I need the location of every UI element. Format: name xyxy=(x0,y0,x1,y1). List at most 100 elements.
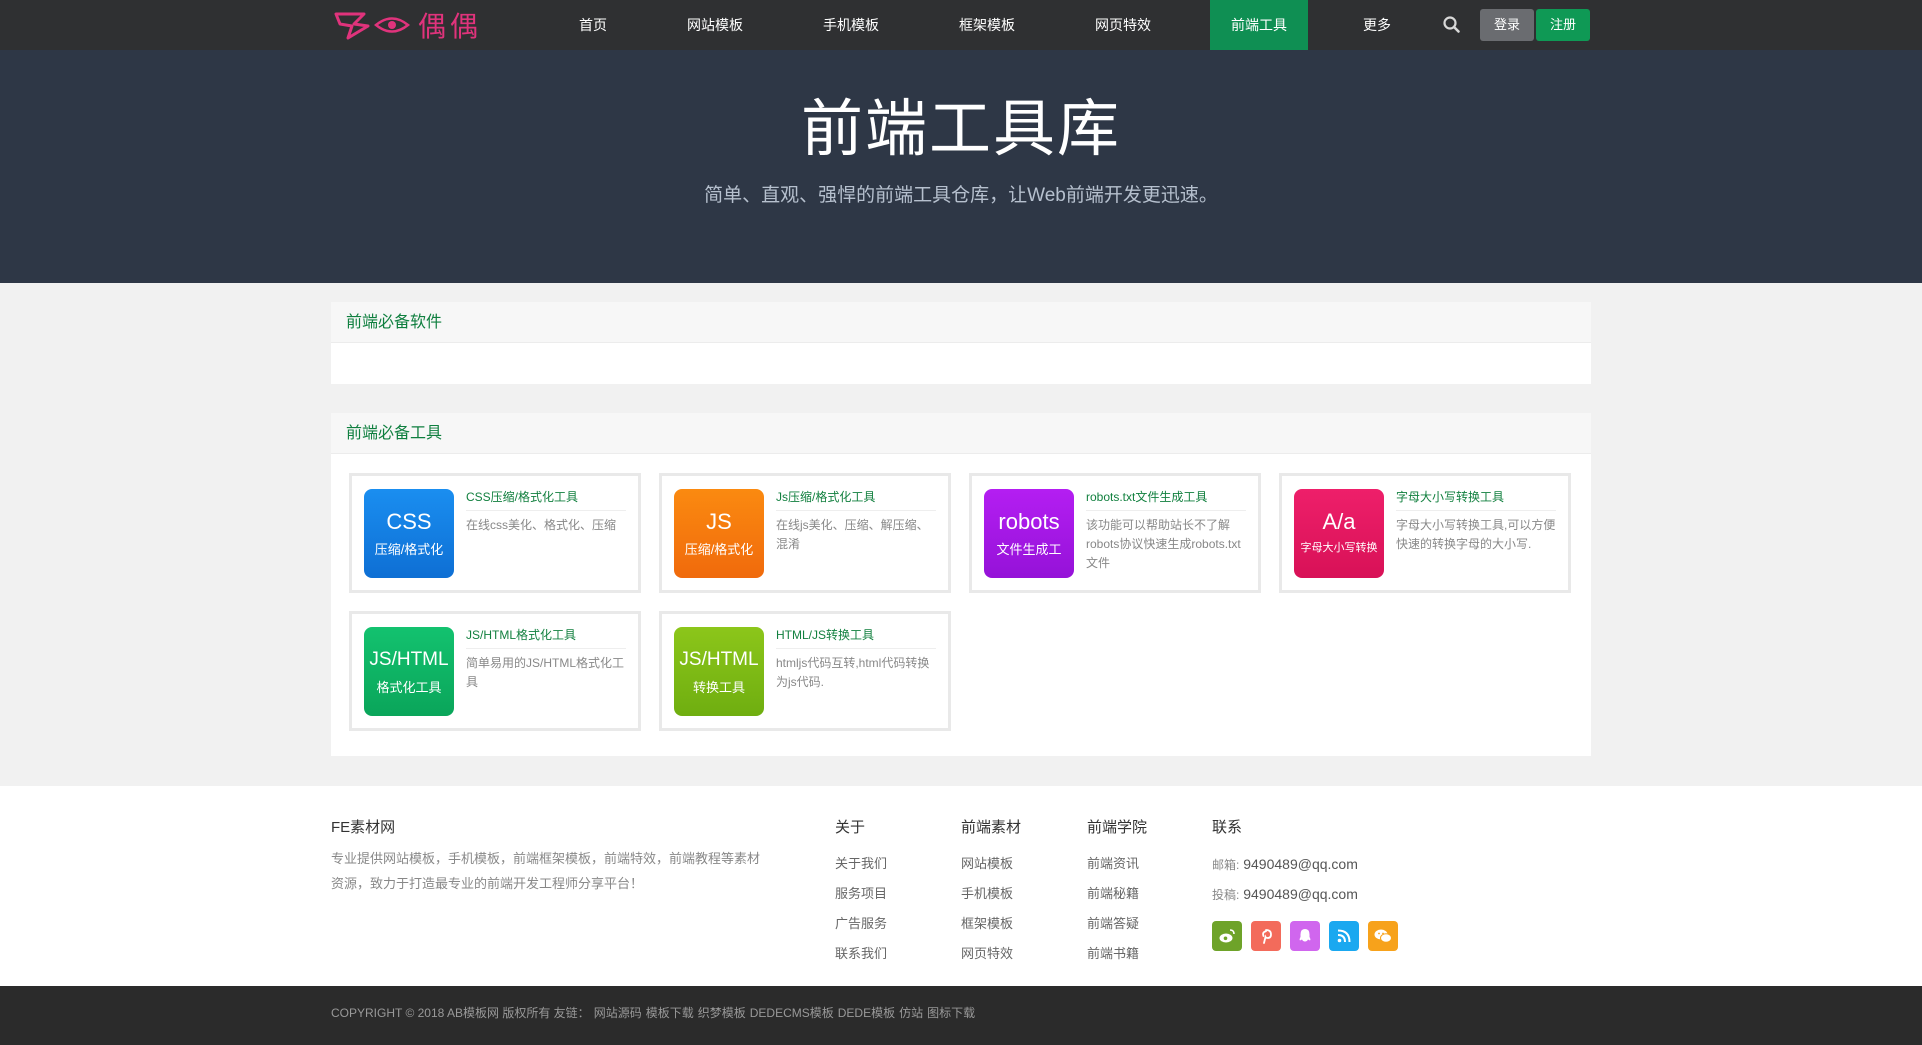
footer-email: 邮箱: 9490489@qq.com xyxy=(1212,849,1358,879)
tool-title[interactable]: JS/HTML格式化工具 xyxy=(466,626,626,649)
footer: FE素材网 专业提供网站模板，手机模板，前端框架模板，前端特效，前端教程等素材资… xyxy=(0,786,1922,986)
footer-link-mobile-templates[interactable]: 手机模板 xyxy=(961,879,1021,909)
footer-link-qa[interactable]: 前端答疑 xyxy=(1087,909,1147,939)
tool-desc: 在线css美化、格式化、压缩 xyxy=(466,518,617,532)
tool-desc: 字母大小写转换工具,可以方便快速的转换字母的大小写. xyxy=(1396,518,1556,551)
footer-link-web-effects[interactable]: 网页特效 xyxy=(961,939,1021,969)
tool-card-html-js-convert[interactable]: JS/HTML 转换工具 HTML/JS转换工具 htmljs代码互转,html… xyxy=(659,611,951,731)
logo-text: 偶偶 xyxy=(418,10,483,43)
social-links xyxy=(1212,921,1407,951)
footer-link-books[interactable]: 前端书籍 xyxy=(1087,939,1147,969)
friend-link[interactable]: 仿站 xyxy=(899,1006,923,1020)
logo-mark-icon xyxy=(334,12,370,40)
friend-link[interactable]: DEDE模板 xyxy=(838,1006,895,1020)
tool-desc: 简单易用的JS/HTML格式化工具 xyxy=(466,656,625,689)
footer-link-services[interactable]: 服务项目 xyxy=(835,879,887,909)
tool-icon-label: CSS xyxy=(386,509,432,534)
friend-link[interactable]: DEDECMS模板 xyxy=(750,1006,834,1020)
social-qq-button[interactable] xyxy=(1290,921,1320,951)
software-panel: 前端必备软件 xyxy=(331,302,1591,384)
pinterest-icon xyxy=(1262,929,1272,944)
footer-col-title: 关于 xyxy=(835,819,866,836)
submit-value[interactable]: 9490489@qq.com xyxy=(1243,886,1358,902)
social-weibo-button[interactable] xyxy=(1212,921,1242,951)
register-button[interactable]: 注册 xyxy=(1536,9,1590,41)
tool-icon-sublabel: 格式化工具 xyxy=(376,680,442,695)
tool-title[interactable]: robots.txt文件生成工具 xyxy=(1086,488,1246,511)
social-rss-button[interactable] xyxy=(1329,921,1359,951)
tool-icon-label: JS/HTML xyxy=(369,649,449,670)
tool-title[interactable]: HTML/JS转换工具 xyxy=(776,626,936,649)
footer-link-framework-templates[interactable]: 框架模板 xyxy=(961,909,1021,939)
tool-icon-sublabel: 转换工具 xyxy=(692,680,745,695)
tool-title[interactable]: Js压缩/格式化工具 xyxy=(776,488,936,511)
footer-col-title: 前端素材 xyxy=(961,819,1022,836)
footer-link-contact[interactable]: 联系我们 xyxy=(835,939,887,969)
footer-link-tips[interactable]: 前端秘籍 xyxy=(1087,879,1147,909)
friend-link[interactable]: 织梦模板 xyxy=(698,1006,746,1020)
friend-link[interactable]: 网站源码 xyxy=(594,1006,642,1020)
tool-title[interactable]: 字母大小写转换工具 xyxy=(1396,488,1556,511)
js-tool-icon: JS 压缩/格式化 xyxy=(674,489,764,578)
search-button[interactable] xyxy=(1440,13,1464,37)
social-pinterest-button[interactable] xyxy=(1251,921,1281,951)
tool-icon-label: A/a xyxy=(1322,509,1356,534)
nav-item-web-effects[interactable]: 网页特效 xyxy=(1074,0,1172,50)
search-icon xyxy=(1443,16,1460,33)
footer-brand-desc: 专业提供网站模板，手机模板，前端框架模板，前端特效，前端教程等素材资源，致力于打… xyxy=(331,851,761,891)
js-html-format-tool-icon: JS/HTML 格式化工具 xyxy=(364,627,454,716)
footer-col-about: 关于 关于我们 服务项目 广告服务 联系我们 xyxy=(835,816,887,969)
nav-item-website-templates[interactable]: 网站模板 xyxy=(666,0,764,50)
weibo-icon xyxy=(1219,929,1235,943)
footer-link-ads[interactable]: 广告服务 xyxy=(835,909,887,939)
copyright-text: COPYRIGHT © 2018 AB模板网 版权所有 友链： xyxy=(331,1006,590,1020)
html-js-convert-tool-icon: JS/HTML 转换工具 xyxy=(674,627,764,716)
tool-card-js-html-format[interactable]: JS/HTML 格式化工具 JS/HTML格式化工具 简单易用的JS/HTML格… xyxy=(349,611,641,731)
tool-icon-sublabel: 压缩/格式化 xyxy=(684,542,754,557)
footer-col-academy: 前端学院 前端资讯 前端秘籍 前端答疑 前端书籍 xyxy=(1087,816,1147,969)
rss-icon xyxy=(1337,929,1351,943)
tool-title[interactable]: CSS压缩/格式化工具 xyxy=(466,488,626,511)
email-value[interactable]: 9490489@qq.com xyxy=(1243,856,1358,872)
section-title-tools: 前端必备工具 xyxy=(331,413,1591,454)
page-subtitle: 简单、直观、强悍的前端工具仓库，让Web前端开发更迅速。 xyxy=(704,185,1218,206)
nav-item-framework-templates[interactable]: 框架模板 xyxy=(938,0,1036,50)
login-button[interactable]: 登录 xyxy=(1480,9,1534,41)
bottom-bar: COPYRIGHT © 2018 AB模板网 版权所有 友链： 网站源码 模板下载织… xyxy=(0,986,1922,1045)
submit-label: 投稿: xyxy=(1212,888,1240,902)
tools-panel: 前端必备工具 CSS 压缩/格式化 CSS压缩/格式化工具 在线css美化、格式… xyxy=(331,413,1591,756)
footer-link-about-us[interactable]: 关于我们 xyxy=(835,849,887,879)
social-wechat-button[interactable] xyxy=(1368,921,1398,951)
qq-icon xyxy=(1299,929,1311,942)
tool-desc: 在线js美化、压缩、解压缩、混淆 xyxy=(776,518,929,551)
tool-card-js[interactable]: JS 压缩/格式化 Js压缩/格式化工具 在线js美化、压缩、解压缩、混淆 xyxy=(659,473,951,593)
nav-item-frontend-tools[interactable]: 前端工具 xyxy=(1210,0,1308,50)
css-tool-icon: CSS 压缩/格式化 xyxy=(364,489,454,578)
friend-link[interactable]: 图标下载 xyxy=(927,1006,975,1020)
tool-icon-sublabel: 压缩/格式化 xyxy=(374,542,444,557)
tool-icon-sublabel: 文件生成工 xyxy=(996,542,1062,557)
footer-col-title: 前端学院 xyxy=(1087,819,1148,836)
friend-link[interactable]: 模板下载 xyxy=(646,1006,694,1020)
tool-card-case-convert[interactable]: A/a 字母大小写转换 字母大小写转换工具 字母大小写转换工具,可以方便快速的转… xyxy=(1279,473,1571,593)
footer-col-materials: 前端素材 网站模板 手机模板 框架模板 网页特效 xyxy=(961,816,1021,969)
footer-col-contact: 联系 邮箱: 9490489@qq.com 投稿: 9490489@qq.com xyxy=(1212,816,1358,909)
tool-icon-label: robots xyxy=(998,509,1060,534)
logo-mark-icon xyxy=(374,17,410,33)
footer-link-news[interactable]: 前端资讯 xyxy=(1087,849,1147,879)
footer-link-website-templates[interactable]: 网站模板 xyxy=(961,849,1021,879)
tool-icon-label: JS xyxy=(706,509,732,534)
footer-col-title: 联系 xyxy=(1212,819,1243,836)
wechat-icon xyxy=(1374,929,1392,943)
footer-brand-title: FE素材网 xyxy=(331,819,396,836)
tool-desc: htmljs代码互转,html代码转换为js代码. xyxy=(776,656,930,689)
site-logo[interactable]: 偶偶 xyxy=(334,8,483,43)
nav-item-mobile-templates[interactable]: 手机模板 xyxy=(802,0,900,50)
nav-item-home[interactable]: 首页 xyxy=(558,0,628,50)
hero-banner: 前端工具库 简单、直观、强悍的前端工具仓库，让Web前端开发更迅速。 xyxy=(0,50,1922,283)
tool-icon-sublabel: 字母大小写转换 xyxy=(1300,542,1378,554)
tool-card-robots[interactable]: robots 文件生成工 robots.txt文件生成工具 该功能可以帮助站长不… xyxy=(969,473,1261,593)
case-convert-tool-icon: A/a 字母大小写转换 xyxy=(1294,489,1384,578)
nav-item-more[interactable]: 更多 xyxy=(1342,0,1412,50)
tool-card-css[interactable]: CSS 压缩/格式化 CSS压缩/格式化工具 在线css美化、格式化、压缩 xyxy=(349,473,641,593)
